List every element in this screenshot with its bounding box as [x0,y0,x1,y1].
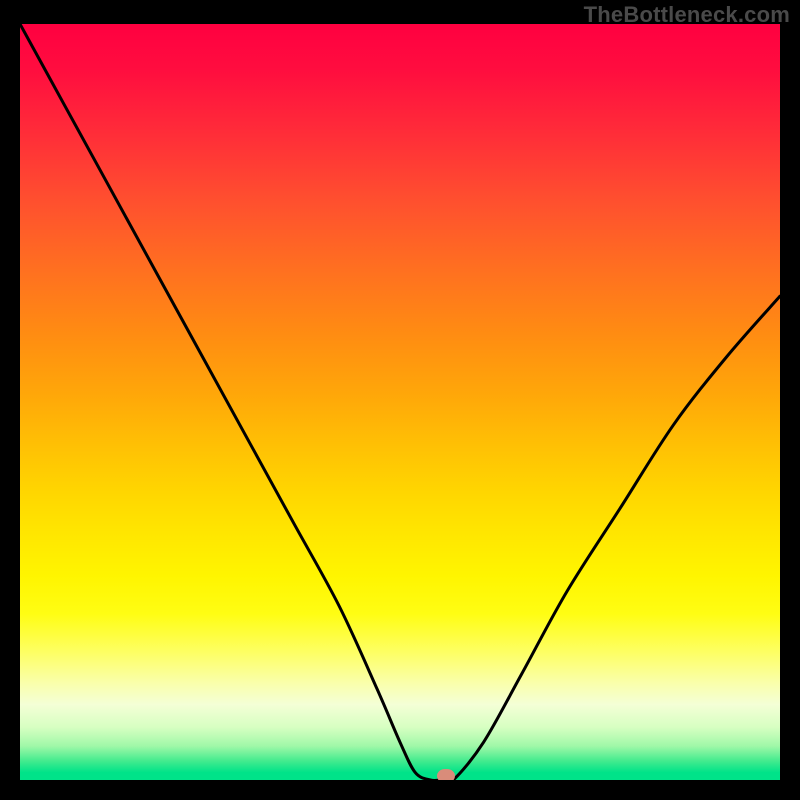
watermark-text: TheBottleneck.com [584,2,790,28]
optimal-point-marker [437,769,455,780]
bottleneck-curve [20,24,780,780]
chart-frame: TheBottleneck.com [0,0,800,800]
plot-area [20,24,780,780]
